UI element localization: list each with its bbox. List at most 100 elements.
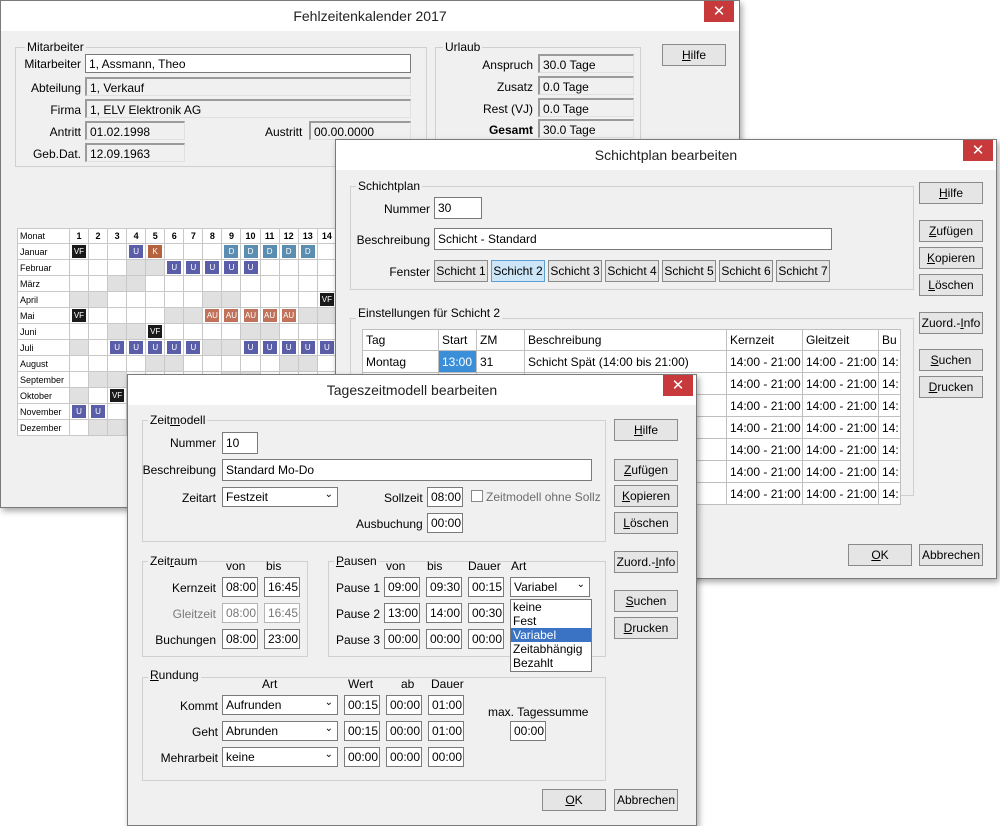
ohne-sollzeit-checkbox[interactable] bbox=[471, 490, 483, 502]
suchen-button[interactable]: Suchen bbox=[919, 349, 983, 371]
calendar-day-cell[interactable] bbox=[87, 419, 109, 436]
calendar-day-cell[interactable] bbox=[87, 259, 109, 276]
calendar-day-cell[interactable]: U bbox=[183, 259, 204, 276]
calendar-day-cell[interactable]: U bbox=[126, 243, 147, 260]
buchungen-von-field[interactable]: 08:00 bbox=[222, 629, 258, 649]
calendar-day-cell[interactable] bbox=[68, 339, 89, 356]
calendar-day-cell[interactable] bbox=[68, 291, 89, 308]
loeschen-button[interactable]: Löschen bbox=[919, 274, 983, 296]
drucken-button[interactable]: Drucken bbox=[919, 376, 983, 398]
calendar-day-cell[interactable] bbox=[68, 419, 89, 436]
calendar-day-cell[interactable] bbox=[297, 307, 318, 324]
calendar-day-cell[interactable] bbox=[107, 355, 128, 372]
calendar-day-cell[interactable] bbox=[164, 275, 185, 292]
hilfe-button[interactable]: Hilfe bbox=[919, 182, 983, 204]
calendar-day-cell[interactable] bbox=[68, 323, 89, 340]
calendar-day-cell[interactable] bbox=[221, 355, 242, 372]
dropdown-option[interactable]: Fest bbox=[511, 614, 591, 628]
calendar-day-cell[interactable]: U bbox=[316, 339, 338, 356]
shift-tab-3[interactable]: Schicht 3 bbox=[548, 260, 602, 282]
zufuegen-button[interactable]: Zufügen bbox=[614, 459, 678, 481]
zeitart-select[interactable]: Festzeit ⌄ bbox=[222, 487, 338, 507]
calendar-day-cell[interactable] bbox=[145, 307, 166, 324]
shift-table-header[interactable]: Kernzeit bbox=[726, 329, 803, 351]
calendar-day-cell[interactable]: VF bbox=[107, 387, 128, 404]
calendar-day-cell[interactable] bbox=[278, 355, 299, 372]
calendar-day-cell[interactable]: U bbox=[202, 259, 223, 276]
calendar-day-cell[interactable] bbox=[259, 291, 280, 308]
shift-tab-5[interactable]: Schicht 5 bbox=[662, 260, 716, 282]
calendar-day-cell[interactable] bbox=[297, 355, 318, 372]
calendar-day-cell[interactable] bbox=[183, 243, 204, 260]
drucken-button[interactable]: Drucken bbox=[614, 617, 678, 639]
dropdown-option[interactable]: Bezahlt bbox=[511, 656, 591, 670]
dropdown-option[interactable]: Zeitabhängig bbox=[511, 642, 591, 656]
calendar-day-cell[interactable] bbox=[316, 355, 338, 372]
kernzeit-von-field[interactable]: 08:00 bbox=[222, 577, 258, 597]
calendar-day-cell[interactable] bbox=[278, 259, 299, 276]
shift-tab-7[interactable]: Schicht 7 bbox=[776, 260, 830, 282]
calendar-day-cell[interactable] bbox=[87, 307, 109, 324]
calendar-day-cell[interactable] bbox=[202, 275, 223, 292]
calendar-day-cell[interactable]: U bbox=[126, 339, 147, 356]
calendar-day-cell[interactable] bbox=[316, 323, 338, 340]
hilfe-button[interactable]: Hilfe bbox=[614, 419, 678, 441]
pause-bis-field[interactable]: 14:00 bbox=[426, 603, 462, 623]
rundung-dauer-field[interactable]: 01:00 bbox=[428, 695, 464, 715]
calendar-day-cell[interactable] bbox=[259, 259, 280, 276]
calendar-day-cell[interactable] bbox=[202, 323, 223, 340]
ausbuchung-field[interactable]: 00:00 bbox=[427, 513, 463, 533]
calendar-day-cell[interactable] bbox=[107, 307, 128, 324]
calendar-day-cell[interactable]: D bbox=[297, 243, 318, 260]
calendar-day-cell[interactable]: VF bbox=[145, 323, 166, 340]
pause-von-field[interactable]: 09:00 bbox=[384, 577, 420, 597]
calendar-day-cell[interactable] bbox=[183, 323, 204, 340]
nummer-field[interactable]: 30 bbox=[434, 197, 482, 219]
calendar-day-cell[interactable] bbox=[259, 323, 280, 340]
ok-button[interactable]: OK bbox=[542, 789, 606, 811]
pause-dauer-field[interactable]: 00:15 bbox=[468, 577, 504, 597]
shift-table-header[interactable]: Start bbox=[438, 329, 477, 351]
calendar-day-cell[interactable] bbox=[145, 291, 166, 308]
calendar-day-cell[interactable] bbox=[297, 291, 318, 308]
calendar-day-cell[interactable]: U bbox=[240, 259, 261, 276]
calendar-day-cell[interactable] bbox=[126, 323, 147, 340]
calendar-day-cell[interactable]: D bbox=[259, 243, 280, 260]
calendar-day-cell[interactable] bbox=[183, 307, 204, 324]
calendar-day-cell[interactable] bbox=[202, 355, 223, 372]
calendar-day-cell[interactable] bbox=[240, 275, 261, 292]
calendar-day-cell[interactable] bbox=[259, 355, 280, 372]
hilfe-button[interactable]: Hilfe bbox=[662, 44, 726, 66]
pause1-art-select[interactable]: Variabel ⌄ bbox=[510, 577, 590, 597]
kopieren-button[interactable]: Kopieren bbox=[614, 485, 678, 507]
calendar-day-cell[interactable] bbox=[202, 291, 223, 308]
pause-bis-field[interactable]: 09:30 bbox=[426, 577, 462, 597]
calendar-day-cell[interactable] bbox=[87, 387, 109, 404]
calendar-day-cell[interactable] bbox=[183, 291, 204, 308]
calendar-day-cell[interactable] bbox=[107, 371, 128, 388]
calendar-day-cell[interactable] bbox=[164, 307, 185, 324]
calendar-day-cell[interactable] bbox=[240, 291, 261, 308]
rundung-ab-field[interactable]: 00:00 bbox=[386, 721, 422, 741]
calendar-day-cell[interactable]: U bbox=[87, 403, 109, 420]
calendar-day-cell[interactable]: VF bbox=[68, 243, 89, 260]
calendar-day-cell[interactable]: U bbox=[297, 339, 318, 356]
calendar-day-cell[interactable] bbox=[164, 243, 185, 260]
table-row[interactable]: Montag 13:00 31 Schicht Spät (14:00 bis 21:… bbox=[362, 350, 901, 373]
calendar-day-cell[interactable] bbox=[87, 355, 109, 372]
calendar-day-cell[interactable] bbox=[316, 275, 338, 292]
calendar-day-cell[interactable] bbox=[107, 323, 128, 340]
dropdown-option[interactable]: Variabel bbox=[511, 628, 591, 642]
calendar-day-cell[interactable] bbox=[87, 339, 109, 356]
calendar-day-cell[interactable] bbox=[68, 355, 89, 372]
calendar-day-cell[interactable]: D bbox=[240, 243, 261, 260]
calendar-day-cell[interactable] bbox=[278, 323, 299, 340]
rundung-wert-field[interactable]: 00:15 bbox=[344, 721, 380, 741]
pause-bis-field[interactable]: 00:00 bbox=[426, 629, 462, 649]
calendar-day-cell[interactable] bbox=[87, 371, 109, 388]
calendar-day-cell[interactable] bbox=[107, 291, 128, 308]
rundung-ab-field[interactable]: 00:00 bbox=[386, 695, 422, 715]
zufuegen-button[interactable]: Zufügen bbox=[919, 220, 983, 242]
calendar-day-cell[interactable] bbox=[202, 339, 223, 356]
kopieren-button[interactable]: Kopieren bbox=[919, 247, 983, 269]
